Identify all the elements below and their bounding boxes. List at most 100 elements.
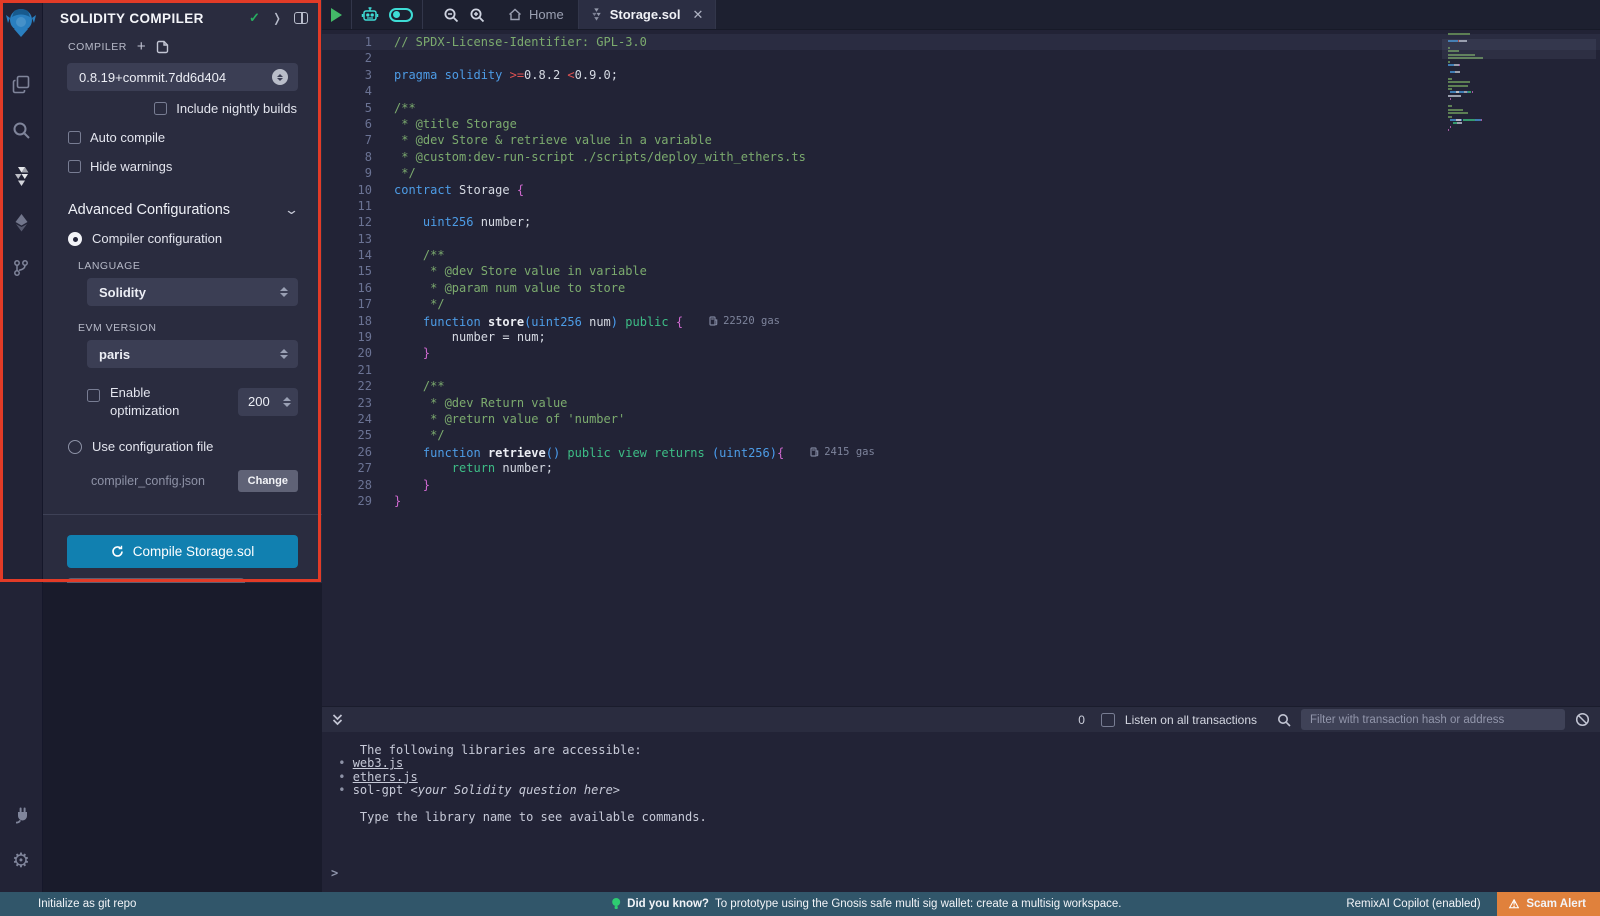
warning-icon: ⚠ bbox=[1509, 897, 1520, 911]
code-line: 23 * @dev Return value bbox=[322, 395, 1600, 411]
tab-storage-sol[interactable]: Storage.sol ✕ bbox=[579, 0, 717, 29]
code-line: 14 /** bbox=[322, 247, 1600, 263]
code-line: 25 */ bbox=[322, 427, 1600, 443]
tab-bar-empty bbox=[716, 0, 1600, 29]
terminal-prompt[interactable]: > bbox=[331, 866, 1600, 880]
collapse-terminal-icon[interactable] bbox=[331, 713, 344, 727]
code-line: 28 } bbox=[322, 477, 1600, 493]
home-icon bbox=[508, 8, 522, 21]
copilot-status[interactable]: RemixAI Copilot (enabled) bbox=[1346, 898, 1480, 910]
config-file-name: compiler_config.json bbox=[91, 474, 238, 488]
git-init-status[interactable]: Initialize as git repo bbox=[0, 898, 136, 910]
status-bar: Initialize as git repo Did you know? To … bbox=[0, 892, 1600, 916]
code-line: 20 } bbox=[322, 345, 1600, 361]
zoom-section bbox=[423, 0, 494, 29]
use-configuration-file-radio[interactable] bbox=[68, 440, 82, 454]
code-line: 9 */ bbox=[322, 165, 1600, 181]
terminal-search-icon[interactable] bbox=[1277, 713, 1291, 727]
terminal-output[interactable]: The following libraries are accessible: … bbox=[322, 732, 1600, 892]
code-line: 15 * @dev Store value in variable bbox=[322, 263, 1600, 279]
terminal-line: Type the library name to see available c… bbox=[331, 811, 1600, 824]
compile-and-run-button[interactable]: Compile and Run script bbox=[67, 578, 245, 583]
compiler-version-select[interactable]: 0.8.19+commit.7dd6d404 bbox=[67, 63, 298, 91]
chevron-right-icon[interactable]: ❭ bbox=[272, 11, 282, 25]
ai-copilot-section bbox=[352, 0, 423, 29]
language-label: LANGUAGE bbox=[53, 260, 322, 272]
listen-transactions-label: Listen on all transactions bbox=[1125, 713, 1257, 727]
compiler-section-label: COMPILER bbox=[68, 41, 127, 53]
code-line: 7 * @dev Store & retrieve value in a var… bbox=[322, 132, 1600, 148]
git-icon[interactable] bbox=[0, 247, 43, 289]
compiler-configuration-radio[interactable] bbox=[68, 232, 82, 246]
transaction-count: 0 bbox=[1078, 713, 1085, 727]
chevron-down-icon: ⌄ bbox=[284, 202, 299, 218]
code-line: 6 * @title Storage bbox=[322, 116, 1600, 132]
search-icon[interactable] bbox=[0, 109, 43, 151]
solidity-compiler-icon[interactable] bbox=[0, 155, 43, 197]
language-select[interactable]: Solidity bbox=[87, 278, 298, 306]
evm-version-select[interactable]: paris bbox=[87, 340, 298, 368]
clear-terminal-icon[interactable] bbox=[1575, 712, 1590, 727]
transaction-filter-input[interactable] bbox=[1301, 709, 1565, 730]
lightbulb-icon bbox=[611, 897, 621, 911]
compiler-configuration-label: Compiler configuration bbox=[92, 231, 222, 246]
compile-success-check-icon: ✓ bbox=[249, 10, 260, 26]
terminal-line: • web3.js bbox=[331, 757, 1600, 770]
code-line: 8 * @custom:dev-run-script ./scripts/dep… bbox=[322, 149, 1600, 165]
select-arrows-icon bbox=[280, 349, 288, 359]
gas-estimate-badge: 2415 gas bbox=[810, 444, 875, 460]
enable-optimization-label: Enable optimization bbox=[110, 384, 202, 419]
editor-minimap[interactable] bbox=[1448, 30, 1556, 133]
gas-estimate-badge: 22520 gas bbox=[709, 313, 780, 329]
solidity-file-icon bbox=[591, 8, 602, 21]
vertical-icon-bar: ⚙ bbox=[0, 0, 43, 892]
code-line: 4 bbox=[322, 83, 1600, 99]
code-line: 21 bbox=[322, 362, 1600, 378]
tab-home[interactable]: Home bbox=[494, 0, 579, 29]
close-tab-icon[interactable]: ✕ bbox=[692, 7, 703, 23]
plugin-manager-icon[interactable] bbox=[0, 794, 43, 836]
code-line: 17 */ bbox=[322, 296, 1600, 312]
pin-panel-icon[interactable] bbox=[294, 12, 308, 24]
hide-warnings-checkbox[interactable] bbox=[68, 160, 81, 173]
open-file-icon[interactable] bbox=[156, 40, 169, 54]
advanced-configurations-toggle[interactable]: Advanced Configurations ⌄ bbox=[43, 202, 322, 218]
change-config-button[interactable]: Change bbox=[238, 470, 298, 492]
settings-gear-icon[interactable]: ⚙ bbox=[0, 840, 43, 882]
include-nightly-checkbox[interactable] bbox=[154, 102, 167, 115]
code-line: 24 * @return value of 'number' bbox=[322, 411, 1600, 427]
include-nightly-label: Include nightly builds bbox=[176, 101, 297, 116]
listen-transactions-checkbox[interactable] bbox=[1101, 713, 1115, 727]
run-script-play-icon[interactable] bbox=[331, 8, 342, 22]
library-link[interactable]: web3.js bbox=[353, 756, 404, 770]
deploy-and-run-icon[interactable] bbox=[0, 201, 43, 243]
did-you-know-tip: Did you know? To prototype using the Gno… bbox=[611, 897, 1121, 911]
code-line: 16 * @param num value to store bbox=[322, 280, 1600, 296]
enable-optimization-checkbox[interactable] bbox=[87, 389, 100, 402]
scam-alert-badge[interactable]: ⚠ Scam Alert bbox=[1497, 892, 1600, 916]
compile-button[interactable]: Compile Storage.sol bbox=[67, 535, 298, 568]
library-link[interactable]: ethers.js bbox=[353, 770, 418, 784]
code-line: 2 bbox=[322, 50, 1600, 66]
remix-logo-icon[interactable] bbox=[4, 5, 38, 39]
terminal-line bbox=[331, 798, 1600, 811]
zoom-out-icon[interactable] bbox=[443, 7, 459, 23]
page-title: SOLIDITY COMPILER bbox=[60, 11, 249, 26]
ai-robot-icon[interactable] bbox=[361, 6, 379, 23]
minimap-slider bbox=[1442, 39, 1596, 59]
auto-compile-checkbox[interactable] bbox=[68, 131, 81, 144]
optimization-runs-input[interactable]: 200 bbox=[238, 388, 298, 416]
code-line: 22 /** bbox=[322, 378, 1600, 394]
terminal-line: The following libraries are accessible: bbox=[331, 744, 1600, 757]
code-line: 13 bbox=[322, 231, 1600, 247]
evm-version-label: EVM VERSION bbox=[53, 322, 322, 334]
file-explorer-icon[interactable] bbox=[0, 63, 43, 105]
main-area: Home Storage.sol ✕ 1// SPDX-License-Iden… bbox=[322, 0, 1600, 892]
code-editor[interactable]: 1// SPDX-License-Identifier: GPL-3.023pr… bbox=[322, 30, 1600, 706]
add-compiler-icon[interactable]: + bbox=[137, 38, 146, 55]
code-line: 18 function store(uint256 num) public {2… bbox=[322, 313, 1600, 329]
zoom-in-icon[interactable] bbox=[469, 7, 485, 23]
terminal-line: • sol-gpt <your Solidity question here> bbox=[331, 784, 1600, 797]
panel-empty-area bbox=[43, 583, 322, 892]
ai-copilot-toggle[interactable] bbox=[389, 8, 413, 22]
